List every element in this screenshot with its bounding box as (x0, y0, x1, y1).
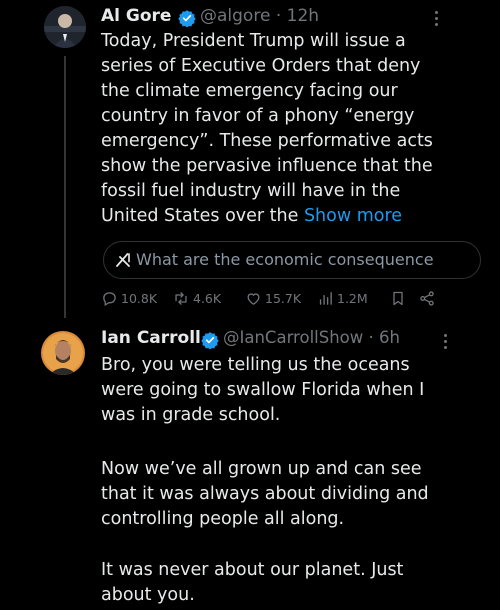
share-icon (420, 291, 434, 306)
tweet-text-line: Now we’ve all grown up and can see (101, 459, 422, 479)
tweet-text-line: country in favor of a phony “energy (101, 106, 415, 126)
views-count: 1.2M (337, 291, 368, 306)
verified-badge-icon (178, 10, 196, 27)
tweet-text-line: emergency”. These performative acts (101, 131, 433, 151)
repost-button[interactable]: 4.6K (172, 290, 221, 310)
grok-prompt-text: What are the economic consequence (136, 250, 434, 269)
views-icon (319, 292, 332, 305)
share-button[interactable] (418, 290, 436, 310)
tweet-timestamp[interactable]: 12h (287, 6, 319, 26)
tweet-text-line: show the pervasive influence that the (101, 156, 433, 176)
tweet-text-last-line: United States over the Show more (101, 204, 402, 229)
author-handle[interactable]: @IanCarrollShow (223, 328, 363, 347)
tweet-text-fragment: United States over the (101, 206, 299, 226)
views-button[interactable]: 1.2M (317, 290, 368, 310)
author-name[interactable]: Ian Carroll (101, 328, 201, 348)
tweet-text-line: Bro, you were telling us the oceans (101, 355, 410, 375)
avatar-al-gore[interactable] (44, 6, 86, 48)
tweet-text-line: fossil fuel industry will have in the (101, 181, 401, 201)
tweet-timestamp[interactable]: 6h (379, 328, 400, 347)
tweet-text-line: Today, President Trump will issue a (101, 31, 406, 51)
tweet-text-line: controlling people all along. (101, 509, 345, 529)
tweet-text-line: It was never about our planet. Just (101, 560, 404, 580)
grok-prompt-button[interactable]: What are the economic consequence (103, 241, 481, 279)
repost-icon (175, 292, 187, 305)
tweet-text-line: series of Executive Orders that deny (101, 56, 421, 76)
bookmark-icon (393, 291, 403, 306)
bookmark-button[interactable] (390, 290, 406, 310)
like-button[interactable]: 15.7K (245, 290, 301, 310)
grok-icon (116, 253, 130, 267)
more-options-icon[interactable] (444, 334, 448, 352)
author-handle[interactable]: @algore (200, 6, 270, 26)
avatar-ian-carroll[interactable] (41, 331, 85, 375)
like-count: 15.7K (265, 291, 302, 306)
tweet-text-line: were going to swallow Florida when I (101, 380, 425, 400)
verified-badge-icon (201, 332, 219, 349)
tweet-meta: @algore · 12h (200, 6, 319, 26)
tweet-text-line: that it was always about dividing and (101, 484, 429, 504)
avatar-image (41, 331, 85, 375)
reply-count: 10.8K (121, 291, 158, 306)
thread-connector-line (64, 56, 66, 318)
meta-separator: · (368, 328, 374, 347)
tweet-meta: @IanCarrollShow · 6h (223, 328, 400, 347)
reply-icon (103, 292, 116, 307)
more-options-icon[interactable] (435, 11, 439, 29)
avatar-image (44, 6, 86, 48)
repost-count: 4.6K (193, 291, 222, 306)
tweet-text-line: was in grade school. (101, 405, 281, 425)
reply-button[interactable]: 10.8K (101, 290, 157, 310)
tweet-text-line: about you. (101, 585, 195, 605)
author-name[interactable]: Al Gore (101, 6, 171, 26)
heart-icon (247, 293, 260, 305)
meta-separator: · (275, 6, 282, 26)
tweet-text-line: the climate emergency facing our (101, 81, 398, 101)
show-more-link[interactable]: Show more (304, 206, 402, 226)
